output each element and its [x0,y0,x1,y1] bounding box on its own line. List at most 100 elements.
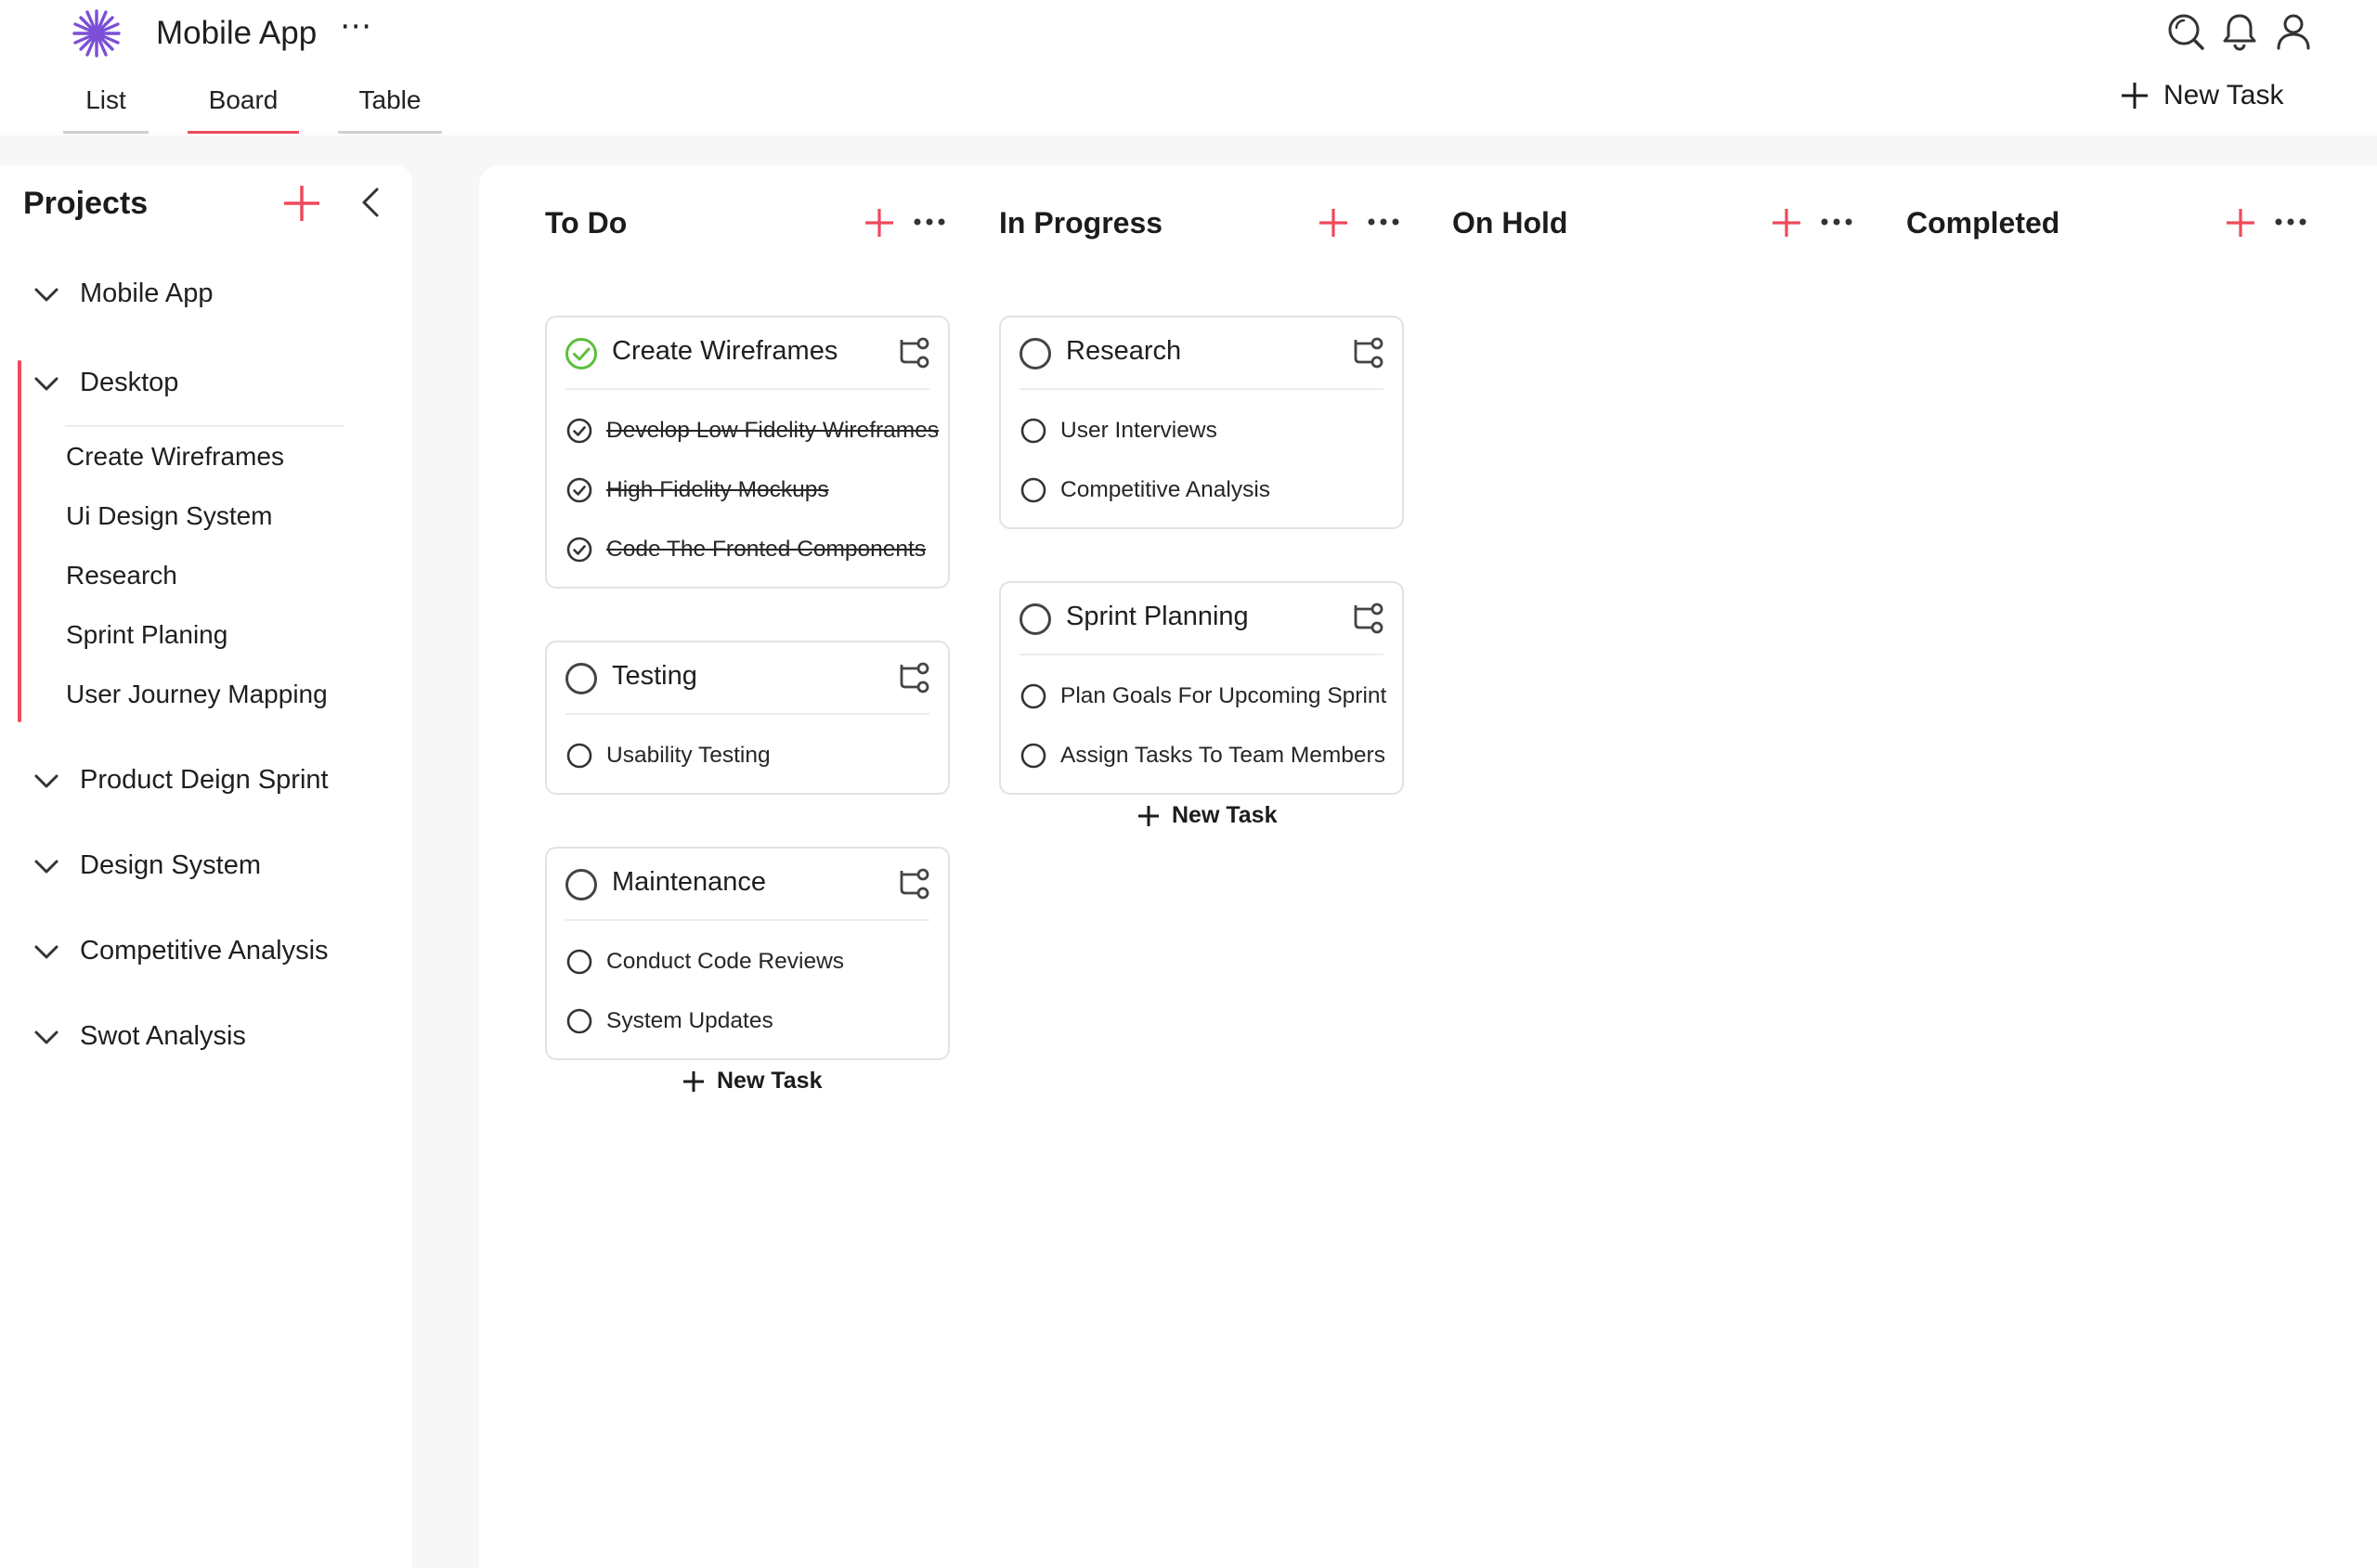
task-card-research[interactable]: Research User Interviews Competitive Ana… [999,316,1404,529]
new-task-label: New Task [1172,802,1278,828]
subtask-item[interactable]: Code The Fronted Components [565,520,948,579]
subtask-label: System Updates [606,1008,773,1033]
checked-circle-icon[interactable] [565,417,593,445]
sidebar-project-desktop[interactable]: Desktop [32,368,178,398]
column-header-on-hold: On Hold [1452,202,1861,254]
open-circle-icon[interactable] [1018,602,1053,637]
add-task-icon[interactable] [1315,204,1352,241]
open-circle-icon[interactable] [1020,682,1047,710]
subtasks-icon[interactable] [898,659,933,694]
task-card-maintenance[interactable]: Maintenance Conduct Code Reviews System … [545,847,950,1060]
add-task-icon[interactable] [2222,204,2259,241]
tab-list[interactable]: List [63,82,149,134]
sidebar-project-label: Desktop [80,368,179,397]
sidebar-task-create-wireframes[interactable]: Create Wireframes [66,442,284,472]
subtask-item[interactable]: System Updates [565,991,948,1051]
task-title: Sprint Planning [1066,602,1249,631]
add-task-icon[interactable] [1768,204,1805,241]
subtask-label: User Interviews [1060,418,1217,443]
subtasks-icon[interactable] [898,334,933,369]
tab-table[interactable]: Table [338,82,442,134]
new-task-label: New Task [2163,80,2284,110]
sidebar-project-mobile-app[interactable]: Mobile App [32,279,214,309]
app-logo-icon[interactable] [71,7,123,59]
more-options-icon[interactable] [1365,208,1402,236]
add-project-icon[interactable] [280,182,323,225]
project-more-icon[interactable]: ⋯ [340,7,373,45]
sidebar-task-sprint-planing[interactable]: Sprint Planing [66,620,227,650]
divider [65,425,344,427]
subtask-label: High Fidelity Mockups [606,477,829,502]
column-title: In Progress [999,206,1163,240]
kanban-board: To Do In Progress On Hold Completed Crea… [479,165,2377,1568]
bell-icon[interactable] [2219,11,2260,52]
subtask-item[interactable]: Usability Testing [565,726,948,785]
new-task-label: New Task [717,1068,823,1094]
chevron-down-icon [34,860,58,873]
sidebar-project-competitive-analysis[interactable]: Competitive Analysis [32,936,329,966]
subtasks-icon[interactable] [898,865,933,901]
more-options-icon[interactable] [2272,208,2309,236]
column-title: To Do [545,206,628,240]
open-circle-icon[interactable] [1020,476,1047,504]
subtask-item[interactable]: Develop Low Fidelity Wireframes [565,401,948,460]
top-bar: Mobile App ⋯ List Board Table New Task [0,0,2377,136]
task-card-sprint-planning[interactable]: Sprint Planning Plan Goals For Upcoming … [999,581,1404,795]
sidebar-project-design-system[interactable]: Design System [32,850,261,881]
add-task-icon[interactable] [861,204,898,241]
column-title: On Hold [1452,206,1568,240]
user-icon[interactable] [2273,11,2314,52]
task-title: Maintenance [612,867,767,897]
task-card-testing[interactable]: Testing Usability Testing [545,641,950,795]
subtask-label: Plan Goals For Upcoming Sprint [1060,683,1387,708]
search-icon[interactable] [2165,11,2206,52]
open-circle-icon[interactable] [564,661,599,696]
subtask-label: Code The Fronted Components [606,537,927,562]
sidebar-project-label: Mobile App [80,279,214,308]
subtask-label: Conduct Code Reviews [606,949,845,974]
sidebar-project-label: Product Deign Sprint [80,765,329,795]
open-circle-icon[interactable] [1020,417,1047,445]
task-title: Create Wireframes [612,336,838,366]
column-title: Completed [1906,206,2060,240]
sidebar-project-product-deign-sprint[interactable]: Product Deign Sprint [32,765,329,796]
projects-sidebar: Projects Mobile App Desktop Create Wiref… [0,165,412,1568]
sidebar-task-research[interactable]: Research [66,561,177,590]
open-circle-icon[interactable] [1020,742,1047,770]
chevron-down-icon [34,945,58,958]
subtask-item[interactable]: Competitive Analysis [1020,460,1402,520]
sidebar-task-ui-design-system[interactable]: Ui Design System [66,501,273,531]
more-options-icon[interactable] [1818,208,1855,236]
open-circle-icon[interactable] [1018,336,1053,371]
task-card-create-wireframes[interactable]: Create Wireframes Develop Low Fidelity W… [545,316,950,589]
subtasks-icon[interactable] [1352,334,1387,369]
more-options-icon[interactable] [911,208,948,236]
new-task-button[interactable]: New Task [2119,80,2284,111]
subtask-item[interactable]: High Fidelity Mockups [565,460,948,520]
completed-check-icon[interactable] [564,336,599,371]
plus-icon [1138,805,1159,826]
checked-circle-icon[interactable] [565,536,593,564]
plus-icon [683,1070,704,1092]
sidebar-task-user-journey-mapping[interactable]: User Journey Mapping [66,680,328,709]
sidebar-project-label: Competitive Analysis [80,936,329,965]
subtask-item[interactable]: Conduct Code Reviews [565,932,948,991]
sidebar-project-label: Design System [80,850,262,880]
subtask-label: Assign Tasks To Team Members [1060,743,1385,768]
sidebar-title: Projects [23,186,149,221]
sidebar-project-swot-analysis[interactable]: Swot Analysis [32,1021,246,1052]
open-circle-icon[interactable] [565,1007,593,1035]
new-task-button-in-progress[interactable]: New Task [1137,802,1277,829]
checked-circle-icon[interactable] [565,476,593,504]
subtask-item[interactable]: Plan Goals For Upcoming Sprint [1020,667,1402,726]
tab-board[interactable]: Board [188,82,299,134]
new-task-button-to-do[interactable]: New Task [682,1068,822,1095]
subtasks-icon[interactable] [1352,600,1387,635]
open-circle-icon[interactable] [564,867,599,902]
subtask-item[interactable]: User Interviews [1020,401,1402,460]
open-circle-icon[interactable] [565,742,593,770]
collapse-sidebar-icon[interactable] [353,184,390,221]
subtask-label: Develop Low Fidelity Wireframes [606,418,940,443]
subtask-item[interactable]: Assign Tasks To Team Members [1020,726,1402,785]
open-circle-icon[interactable] [565,948,593,976]
